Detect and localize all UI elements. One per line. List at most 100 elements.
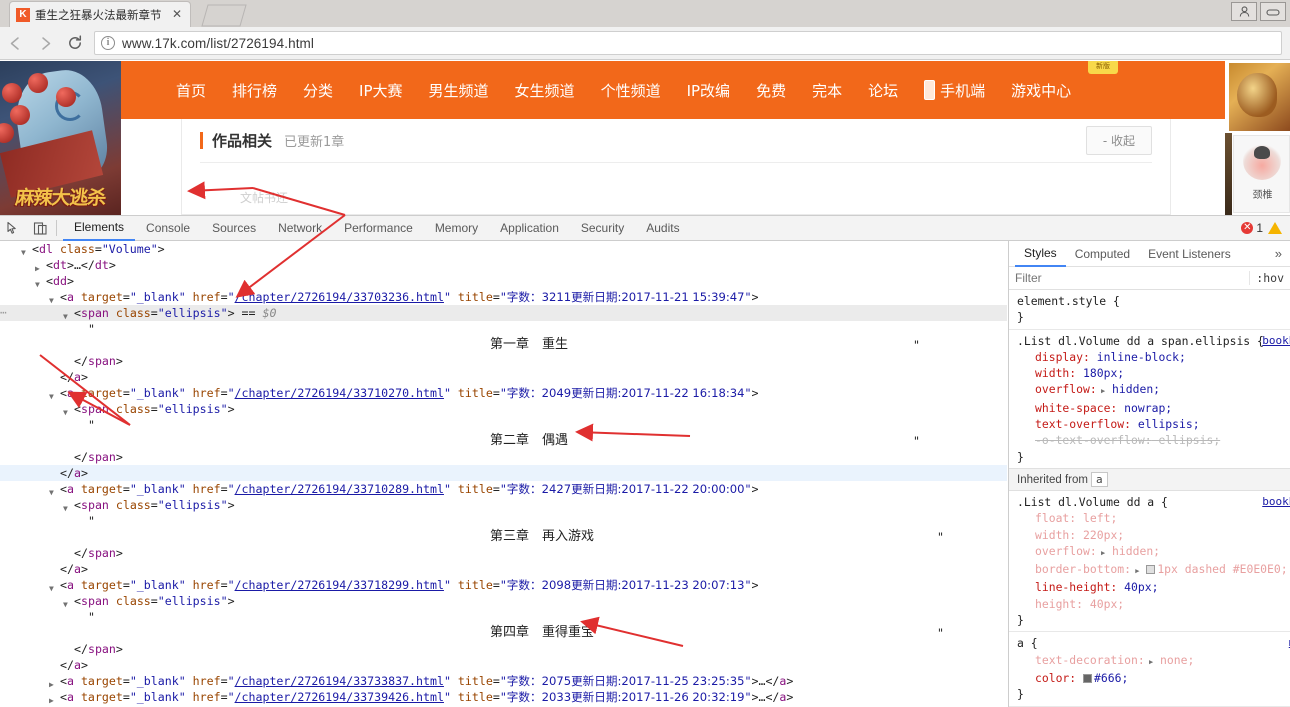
dom-tree-line[interactable]: <a target="_blank" href="/chapter/272619… xyxy=(0,289,1007,305)
close-icon[interactable]: ✕ xyxy=(170,7,184,22)
chevron-right-icon[interactable]: ▶ xyxy=(1131,567,1139,575)
styles-tab-event-listeners[interactable]: Event Listeners xyxy=(1139,242,1240,266)
css-declaration[interactable]: overflow: ▶ hidden; xyxy=(1017,381,1290,399)
devtools-tab-audits[interactable]: Audits xyxy=(635,216,690,240)
devtools-tab-elements[interactable]: Elements xyxy=(63,215,136,241)
inherited-from-element[interactable]: a xyxy=(1090,471,1108,487)
error-badge[interactable]: ✕ 1 xyxy=(1241,221,1263,235)
dom-tree-line[interactable]: </a> xyxy=(0,561,1007,577)
styles-filter-input[interactable] xyxy=(1015,271,1250,285)
dom-tree-line[interactable]: </span> xyxy=(0,641,1007,657)
nav-item-4[interactable]: 男生频道 xyxy=(429,80,489,101)
css-rule[interactable]: a {matext-decoration: ▶ none;color: #666… xyxy=(1009,631,1290,705)
nav-item-mobile[interactable]: 手机端 xyxy=(924,80,985,101)
dom-tree-line[interactable]: " xyxy=(0,609,1007,625)
right-ad-card[interactable]: 颈椎 xyxy=(1233,135,1290,213)
dom-tree-line[interactable]: </span> xyxy=(0,545,1007,561)
css-selector[interactable]: a {ma xyxy=(1017,635,1290,651)
dom-line-menu-icon[interactable]: ⋯ xyxy=(0,305,7,321)
chevron-right-icon[interactable]: ▶ xyxy=(1097,387,1105,395)
css-declaration[interactable]: -o-text-overflow: ellipsis; xyxy=(1017,432,1290,448)
dom-tree-line[interactable]: " xyxy=(0,513,1007,529)
css-selector[interactable]: element.style { xyxy=(1017,293,1290,309)
nav-item-9[interactable]: 完本 xyxy=(812,80,842,101)
dom-tree-line[interactable]: <a target="_blank" href="/chapter/272619… xyxy=(0,577,1007,593)
css-source-link[interactable]: bookho xyxy=(1262,494,1290,510)
dom-tree-line[interactable]: </span> xyxy=(0,449,1007,465)
inspect-element-icon[interactable] xyxy=(0,216,27,241)
dom-tree-line[interactable]: <span class="ellipsis"> xyxy=(0,497,1007,513)
dom-tree-line[interactable]: <dt>…</dt> xyxy=(0,257,1007,273)
toggle-device-toolbar-icon[interactable] xyxy=(27,216,54,241)
css-declaration[interactable]: line-height: 40px; xyxy=(1017,579,1290,595)
chevron-right-icon[interactable]: ▶ xyxy=(1145,658,1153,666)
warning-icon[interactable] xyxy=(1268,222,1282,234)
dom-tree-line[interactable]: 第二章 偶遇 " xyxy=(0,433,1007,449)
nav-item-8[interactable]: 免费 xyxy=(756,80,786,101)
new-tab-button[interactable] xyxy=(196,4,248,27)
dom-tree-line[interactable]: </a> xyxy=(0,369,1007,385)
dom-tree-pane[interactable]: <dl class="Volume"> <dt>…</dt> <dd> <a targ… xyxy=(0,241,1007,707)
styles-tab-computed[interactable]: Computed xyxy=(1066,242,1139,266)
devtools-tab-network[interactable]: Network xyxy=(267,216,333,240)
css-declaration[interactable]: height: 40px; xyxy=(1017,596,1290,612)
dom-tree-line[interactable]: 第三章 再入游戏 " xyxy=(0,529,1007,545)
browser-tab-active[interactable]: K 重生之狂暴火法最新章节 ✕ xyxy=(10,2,190,27)
dom-tree-line[interactable]: " xyxy=(0,417,1007,433)
nav-item-5[interactable]: 女生频道 xyxy=(515,80,575,101)
reload-icon[interactable] xyxy=(60,28,90,58)
dom-tree-line[interactable]: <a target="_blank" href="/chapter/272619… xyxy=(0,481,1007,497)
dom-tree-line[interactable]: <a target="_blank" href="/chapter/272619… xyxy=(0,689,1007,705)
css-declaration[interactable]: display: inline-block; xyxy=(1017,349,1290,365)
css-rule[interactable]: .List dl.Volume dd a span.ellipsis {book… xyxy=(1009,328,1290,468)
dom-tree-line[interactable]: <dl class="Volume"> xyxy=(0,241,1007,257)
dom-tree-line[interactable]: <a target="_blank" href="/chapter/272619… xyxy=(0,673,1007,689)
nav-item-7[interactable]: IP改编 xyxy=(687,80,730,101)
css-declaration[interactable]: overflow: ▶ hidden; xyxy=(1017,543,1290,561)
minimize-icon[interactable] xyxy=(1260,2,1286,21)
more-tabs-icon[interactable]: » xyxy=(1275,246,1290,261)
dom-tree-line[interactable]: <a target="_blank" href="/chapter/272619… xyxy=(0,385,1007,401)
css-declaration[interactable]: white-space: nowrap; xyxy=(1017,400,1290,416)
css-declaration[interactable]: width: 220px; xyxy=(1017,527,1290,543)
nav-item-3[interactable]: IP大赛 xyxy=(359,80,402,101)
dom-tree-line[interactable]: <dd> xyxy=(0,273,1007,289)
dom-tree-line[interactable]: <span class="ellipsis"> xyxy=(0,593,1007,609)
dom-tree-line[interactable]: <span class="ellipsis"> xyxy=(0,401,1007,417)
css-declaration[interactable]: float: left; xyxy=(1017,510,1290,526)
css-selector[interactable]: .List dl.Volume dd a span.ellipsis {book… xyxy=(1017,333,1290,349)
forward-arrow-icon[interactable] xyxy=(30,28,60,58)
dom-tree-line[interactable]: 第一章 重生 " xyxy=(0,337,1007,353)
css-rule[interactable]: element.style {} xyxy=(1009,290,1290,329)
css-rule[interactable]: .List dl.Volume dd a {bookhofloat: left;… xyxy=(1009,491,1290,631)
dom-tree-line[interactable]: " xyxy=(0,321,1007,337)
dom-tree-line[interactable]: ⋯ <span class="ellipsis"> == $0 xyxy=(0,305,1007,321)
styles-tab-styles[interactable]: Styles xyxy=(1015,241,1066,267)
css-declaration[interactable]: border-bottom: ▶ 1px dashed #E0E0E0; xyxy=(1017,561,1290,579)
nav-item-0[interactable]: 首页 xyxy=(176,80,206,101)
back-arrow-icon[interactable] xyxy=(0,28,30,58)
devtools-tab-application[interactable]: Application xyxy=(489,216,570,240)
dom-tree-line[interactable]: </a> xyxy=(0,465,1007,481)
nav-item-10[interactable]: 论坛 xyxy=(868,80,898,101)
nav-item-game-center[interactable]: 游戏中心 xyxy=(1011,80,1071,101)
account-icon[interactable] xyxy=(1231,2,1257,21)
devtools-tab-console[interactable]: Console xyxy=(135,216,201,240)
color-swatch[interactable] xyxy=(1146,565,1156,575)
collapse-button[interactable]: - 收起 xyxy=(1085,126,1152,155)
info-icon[interactable]: i xyxy=(101,36,115,50)
address-bar[interactable]: i www.17k.com/list/2726194.html xyxy=(94,31,1282,55)
nav-item-6[interactable]: 个性频道 xyxy=(601,80,661,101)
css-declaration[interactable]: text-decoration: ▶ none; xyxy=(1017,652,1290,670)
devtools-tab-performance[interactable]: Performance xyxy=(333,216,424,240)
dom-tree-line[interactable]: 第四章 重得重宝 " xyxy=(0,625,1007,641)
hov-toggle[interactable]: :hov xyxy=(1249,271,1284,285)
devtools-tab-security[interactable]: Security xyxy=(570,216,635,240)
css-selector[interactable]: .List dl.Volume dd a {bookho xyxy=(1017,494,1290,510)
devtools-tab-sources[interactable]: Sources xyxy=(201,216,267,240)
right-ad-character-art[interactable] xyxy=(1229,63,1290,131)
css-declaration[interactable]: color: #666; xyxy=(1017,670,1290,686)
css-declaration[interactable]: width: 180px; xyxy=(1017,365,1290,381)
dom-tree-line[interactable]: </a> xyxy=(0,657,1007,673)
nav-item-1[interactable]: 排行榜 xyxy=(232,80,277,101)
